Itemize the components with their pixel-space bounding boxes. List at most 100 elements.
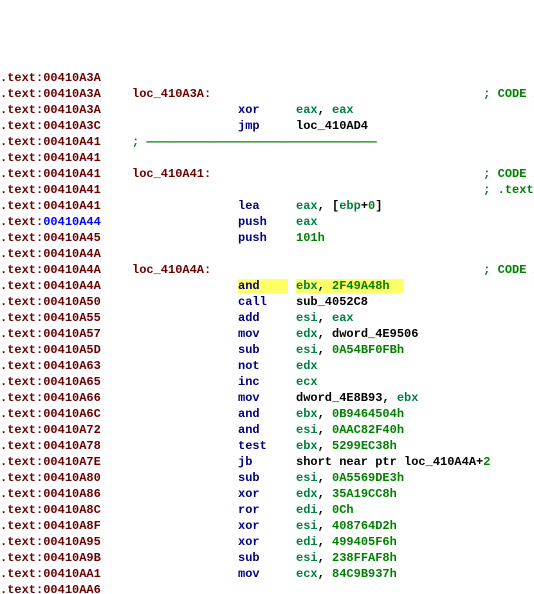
asm-line[interactable]: .text:00410A41 leaeax, [ebp+0] (0, 198, 534, 214)
seg-prefix: .text: (0, 135, 43, 149)
asm-line[interactable]: .text:00410A72 andesi, 0AAC82F40h (0, 422, 534, 438)
label-col (132, 150, 238, 166)
operand: , (382, 391, 396, 405)
addr: 00410A45 (43, 231, 101, 245)
seg-addr: .text:00410AA6 (0, 582, 132, 594)
asm-line[interactable]: .text:00410A66 movdword_4E8B93, ebx (0, 390, 534, 406)
asm-line[interactable]: .text:00410AA6 (0, 582, 534, 594)
operands-col: ; CODE XREF: (296, 86, 534, 102)
mnemonic: not (238, 359, 260, 373)
asm-line[interactable]: .text:00410A5D subesi, 0A54BF0FBh (0, 342, 534, 358)
asm-line[interactable]: .text:00410A41 (0, 150, 534, 166)
asm-line[interactable]: .text:00410A41 loc_410A41: ; CODE XREF: (0, 166, 534, 182)
asm-line[interactable]: .text:00410A80 subesi, 0A5569DE3h (0, 470, 534, 486)
seg-prefix: .text: (0, 471, 43, 485)
operand: 35A19CC8h (332, 487, 397, 501)
mnemonic: push (238, 215, 267, 229)
seg-addr: .text:00410A3A (0, 70, 132, 86)
ruler: ; ———————————————————————————————— (132, 134, 377, 150)
operands-col: esi, 0AAC82F40h (296, 422, 534, 438)
seg-addr: .text:00410A8C (0, 502, 132, 518)
addr: 00410A50 (43, 295, 101, 309)
seg-prefix: .text: (0, 487, 43, 501)
asm-line[interactable]: .text:00410A3C jmploc_410AD4 (0, 118, 534, 134)
mnemonic-col: test (238, 438, 296, 454)
asm-line[interactable]: .text:00410A7E jbshort near ptr loc_410A… (0, 454, 534, 470)
operand: 499405F6h (332, 535, 397, 549)
seg-prefix: .text: (0, 583, 43, 594)
asm-line[interactable]: .text:00410A3A loc_410A3A: ; CODE XREF: (0, 86, 534, 102)
operand: 0AAC82F40h (332, 423, 404, 437)
mnemonic: inc (238, 375, 260, 389)
seg-addr: .text:00410A41 (0, 182, 132, 198)
operand: 101h (296, 231, 325, 245)
mnemonic: jb (238, 455, 252, 469)
asm-line[interactable]: .text:00410A55 addesi, eax (0, 310, 534, 326)
operand: , (318, 103, 332, 117)
seg-prefix: .text: (0, 103, 43, 117)
asm-line[interactable]: .text:00410A8F xoresi, 408764D2h (0, 518, 534, 534)
operand: , (318, 487, 332, 501)
xref-comment: ; CODE XREF: (483, 167, 534, 181)
seg-addr: .text:00410A45 (0, 230, 132, 246)
label-col (132, 182, 238, 198)
addr: 00410A41 (43, 151, 101, 165)
mnemonic: jmp (238, 119, 260, 133)
operand: ecx (296, 567, 318, 581)
operand: , (318, 343, 332, 357)
asm-line[interactable]: .text:00410A6C andebx, 0B9464504h (0, 406, 534, 422)
operand: short near ptr loc_410A4A (296, 455, 476, 469)
asm-line[interactable]: .text:00410A63 notedx (0, 358, 534, 374)
operand: ebx (296, 279, 318, 293)
seg-addr: .text:00410A80 (0, 470, 132, 486)
seg-prefix: .text: (0, 359, 43, 373)
operands-col (296, 582, 534, 594)
asm-line[interactable]: .text:00410A57 movedx, dword_4E9506 (0, 326, 534, 342)
label-col (132, 438, 238, 454)
addr: 00410AA6 (43, 583, 101, 594)
asm-line[interactable]: .text:00410A86 xoredx, 35A19CC8h (0, 486, 534, 502)
mnemonic-col (238, 70, 296, 86)
mnemonic: and (238, 279, 260, 293)
asm-line[interactable]: .text:00410A45 push101h (0, 230, 534, 246)
operand: dword_4E8B93 (296, 391, 382, 405)
seg-prefix: .text: (0, 215, 43, 229)
asm-line[interactable]: .text:00410A4A and ebx, 2F49A48h (0, 278, 534, 294)
asm-line[interactable]: .text:00410A50 callsub_4052C8 (0, 294, 534, 310)
operand: , (318, 519, 332, 533)
asm-line[interactable]: .text:00410A41 ; ———————————————————————… (0, 134, 534, 150)
asm-line[interactable]: .text:00410A41 ; .text:0041 (0, 182, 534, 198)
operand: edx (296, 487, 318, 501)
seg-prefix: .text: (0, 151, 43, 165)
operand: ebp (339, 199, 361, 213)
seg-addr: .text:00410A55 (0, 310, 132, 326)
mnemonic-col: xor (238, 534, 296, 550)
asm-line[interactable]: .text:00410A3A (0, 70, 534, 86)
asm-line[interactable]: .text:00410A95 xoredi, 499405F6h (0, 534, 534, 550)
seg-prefix: .text: (0, 247, 43, 261)
asm-line[interactable]: .text:00410A9B subesi, 238FFAF8h (0, 550, 534, 566)
label-col (132, 118, 238, 134)
operand: , (318, 423, 332, 437)
asm-line[interactable]: .text:00410A4A loc_410A4A: ; CODE XREF: (0, 262, 534, 278)
mnemonic-col: ror (238, 502, 296, 518)
asm-line[interactable]: .text:00410A44 pusheax (0, 214, 534, 230)
label-col (132, 406, 238, 422)
mnemonic-col: sub (238, 550, 296, 566)
operands-col: ebx, 5299EC38h (296, 438, 534, 454)
addr: 00410A6C (43, 407, 101, 421)
asm-line[interactable]: .text:00410A78 testebx, 5299EC38h (0, 438, 534, 454)
label-col (132, 326, 238, 342)
mnemonic-col: not (238, 358, 296, 374)
seg-addr: .text:00410A41 (0, 134, 132, 150)
operands-col: ebx, 2F49A48h (296, 278, 534, 294)
addr: 00410A3C (43, 119, 101, 133)
asm-line[interactable]: .text:00410A3A xoreax, eax (0, 102, 534, 118)
mnemonic-col: mov (238, 390, 296, 406)
loc-label: loc_410A3A: (132, 87, 211, 101)
seg-prefix: .text: (0, 551, 43, 565)
asm-line[interactable]: .text:00410A4A (0, 246, 534, 262)
asm-line[interactable]: .text:00410A8C roredi, 0Ch (0, 502, 534, 518)
asm-line[interactable]: .text:00410A65 incecx (0, 374, 534, 390)
addr: 00410A41 (43, 167, 101, 181)
